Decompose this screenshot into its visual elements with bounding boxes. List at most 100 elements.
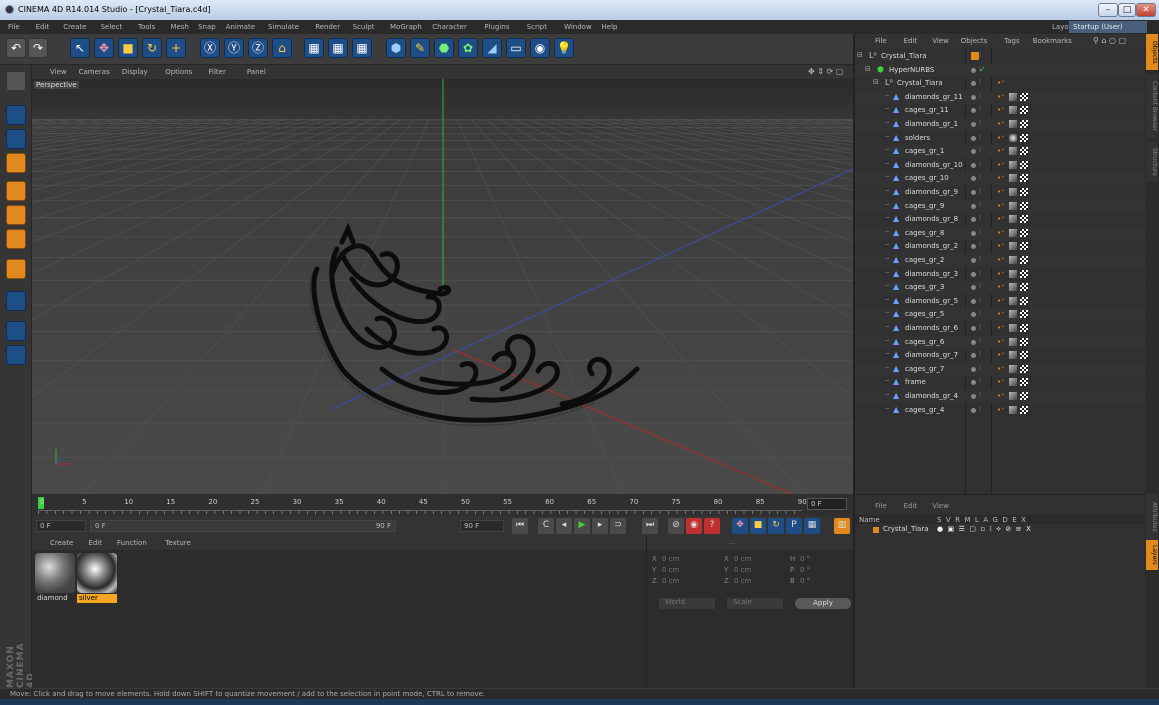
object-menu-file[interactable]: File xyxy=(875,37,887,45)
light-icon[interactable]: 💡 xyxy=(554,38,574,58)
phong-tag-icon[interactable]: •⁺ xyxy=(997,365,1005,373)
object-menu-bookmarks[interactable]: Bookmarks xyxy=(1033,37,1072,45)
object-row[interactable]: ─ ▲ cages_gr_4 ⁞ •⁺ xyxy=(855,404,1145,417)
material-tag-icon[interactable] xyxy=(1009,283,1017,292)
viewport-nav-icon[interactable]: ✥ ⇕ ⟳ ▢ xyxy=(808,67,843,76)
menu-snap[interactable]: Snap xyxy=(198,23,216,31)
object-row[interactable]: ─ ▲ cages_gr_11 ⁞ •⁺ xyxy=(855,104,1145,117)
render-dots-icon[interactable]: ⁞ xyxy=(979,201,981,209)
layer-color-swatch[interactable] xyxy=(873,527,879,533)
menu-character[interactable]: Character xyxy=(432,23,467,31)
object-name[interactable]: cages_gr_10 xyxy=(905,174,949,182)
go-to-end-icon[interactable]: ⏭ xyxy=(642,518,658,534)
object-name[interactable]: diamonds_gr_8 xyxy=(905,215,958,223)
object-row[interactable]: ─ ▲ diamonds_gr_7 ⁞ •⁺ xyxy=(855,349,1145,362)
object-name[interactable]: diamonds_gr_9 xyxy=(905,188,958,196)
object-name[interactable]: cages_gr_5 xyxy=(905,310,944,318)
render-view-icon[interactable]: ▦ xyxy=(304,38,324,58)
phong-tag-icon[interactable]: •⁺ xyxy=(997,188,1005,196)
tab-content-browser[interactable]: Content Browser xyxy=(1146,74,1158,138)
material-tag-icon[interactable] xyxy=(1009,147,1017,156)
previous-frame-icon[interactable]: ◂ xyxy=(556,518,572,534)
visibility-dot-icon[interactable] xyxy=(971,326,976,331)
uvw-tag-icon[interactable] xyxy=(1020,310,1028,319)
menu-select[interactable]: Select xyxy=(101,23,123,31)
coord-value-field[interactable]: 0 cm xyxy=(734,577,794,587)
uvw-tag-icon[interactable] xyxy=(1020,351,1028,360)
visibility-dot-icon[interactable] xyxy=(971,176,976,182)
visibility-dot-icon[interactable] xyxy=(971,67,976,73)
expand-toggle-icon[interactable]: ⊟ xyxy=(857,51,863,59)
render-dots-icon[interactable]: ⁞ xyxy=(979,160,981,168)
autokey-icon[interactable]: ? xyxy=(704,518,720,534)
redo-icon[interactable]: ↷ xyxy=(28,38,48,58)
phong-tag-icon[interactable]: •⁺ xyxy=(997,174,1005,182)
viewport-menu-cameras[interactable]: Cameras xyxy=(79,68,110,76)
visibility-dot-icon[interactable] xyxy=(971,203,976,209)
visibility-dot-icon[interactable] xyxy=(971,258,976,263)
phong-tag-icon[interactable]: •⁺ xyxy=(997,106,1005,114)
object-name[interactable]: cages_gr_4 xyxy=(905,406,944,414)
current-frame-field[interactable]: 0 F xyxy=(807,498,847,510)
frame-range-slider[interactable]: 0 F 90 F xyxy=(90,520,396,532)
object-row[interactable]: ─ ▲ diamonds_gr_3 ⁞ •⁺ xyxy=(855,268,1145,281)
edges-mode-icon[interactable] xyxy=(6,205,26,225)
phong-tag-icon[interactable]: •⁺ xyxy=(997,161,1005,169)
menu-simulate[interactable]: Simulate xyxy=(268,23,299,31)
make-editable-icon[interactable] xyxy=(6,71,26,91)
visibility-dot-icon[interactable] xyxy=(971,122,976,127)
viewport-menu-filter[interactable]: Filter xyxy=(209,68,226,76)
object-row[interactable]: ─ ▲ cages_gr_3 ⁞ •⁺ xyxy=(855,281,1145,295)
key-point-level-icon[interactable]: ▦ xyxy=(804,518,820,534)
menu-script[interactable]: Script xyxy=(527,23,547,31)
tab-objects[interactable]: Objects xyxy=(1146,34,1158,70)
phong-tag-icon[interactable]: •⁺ xyxy=(997,310,1005,318)
key-position-icon[interactable]: ✥ xyxy=(732,518,748,534)
visibility-dot-icon[interactable] xyxy=(971,394,976,399)
object-row[interactable]: ─ ▲ cages_gr_9 ⁞ •⁺ xyxy=(855,199,1145,213)
material-tag-icon[interactable] xyxy=(1009,242,1017,251)
material-tag-icon[interactable] xyxy=(1009,215,1017,224)
phong-tag-icon[interactable]: •⁺ xyxy=(997,202,1005,210)
render-dots-icon[interactable]: ⁞ xyxy=(979,51,981,59)
object-row[interactable]: ─ ▲ frame ⁞ •⁺ xyxy=(855,376,1145,389)
object-name[interactable]: Crystal_Tiara xyxy=(897,79,943,87)
render-picture-viewer-icon[interactable]: ▦ xyxy=(328,38,348,58)
visibility-dot-icon[interactable] xyxy=(971,312,976,318)
render-dots-icon[interactable]: ⁞ xyxy=(979,377,981,385)
menu-window[interactable]: Window xyxy=(564,23,592,31)
menu-render[interactable]: Render xyxy=(315,23,340,31)
perspective-viewport[interactable]: Perspective xyxy=(32,79,853,494)
object-row[interactable]: ─ ▲ cages_gr_7 ⁞ •⁺ xyxy=(855,362,1145,376)
uvw-tag-icon[interactable] xyxy=(1020,283,1028,292)
coord-value-field[interactable]: 0 ° xyxy=(800,577,860,587)
object-name[interactable]: Crystal_Tiara xyxy=(881,52,927,60)
render-dots-icon[interactable]: ⁞ xyxy=(979,255,981,263)
render-dots-icon[interactable]: ⁞ xyxy=(979,364,981,372)
visibility-dot-icon[interactable] xyxy=(971,135,976,141)
coord-value-field[interactable]: 0 cm xyxy=(734,555,794,565)
camera-icon[interactable]: ◉ xyxy=(530,38,550,58)
cube-icon[interactable]: ⬢ xyxy=(386,38,406,58)
tab-attributes[interactable]: Attributes xyxy=(1146,494,1158,540)
uvw-tag-icon[interactable] xyxy=(1020,120,1028,128)
object-row[interactable]: ─ ▲ diamonds_gr_4 ⁞ •⁺ xyxy=(855,390,1145,403)
object-name[interactable]: diamonds_gr_10 xyxy=(905,161,963,169)
key-rotation-icon[interactable]: ↻ xyxy=(768,518,784,534)
material-tag-icon[interactable] xyxy=(1009,351,1017,360)
material-silver-preview[interactable] xyxy=(77,553,117,593)
material-tag-icon[interactable] xyxy=(1009,405,1017,414)
material-tag-icon[interactable] xyxy=(1009,120,1017,128)
object-name[interactable]: diamonds_gr_1 xyxy=(905,120,958,128)
close-button[interactable]: ✕ xyxy=(1136,3,1156,17)
timeline-window-icon[interactable]: ▥ xyxy=(834,518,850,534)
material-tag-icon[interactable] xyxy=(1009,256,1017,264)
maximize-button[interactable]: □ xyxy=(1118,3,1136,17)
menu-sculpt[interactable]: Sculpt xyxy=(353,23,375,31)
material-tag-icon[interactable] xyxy=(1009,296,1017,305)
menu-mograph[interactable]: MoGraph xyxy=(390,23,422,31)
uvw-tag-icon[interactable] xyxy=(1020,215,1028,224)
scale-tool-icon[interactable]: ■ xyxy=(118,38,138,58)
render-dots-icon[interactable]: ⁞ xyxy=(979,146,981,154)
coord-value-field[interactable]: 0 cm xyxy=(662,555,722,565)
